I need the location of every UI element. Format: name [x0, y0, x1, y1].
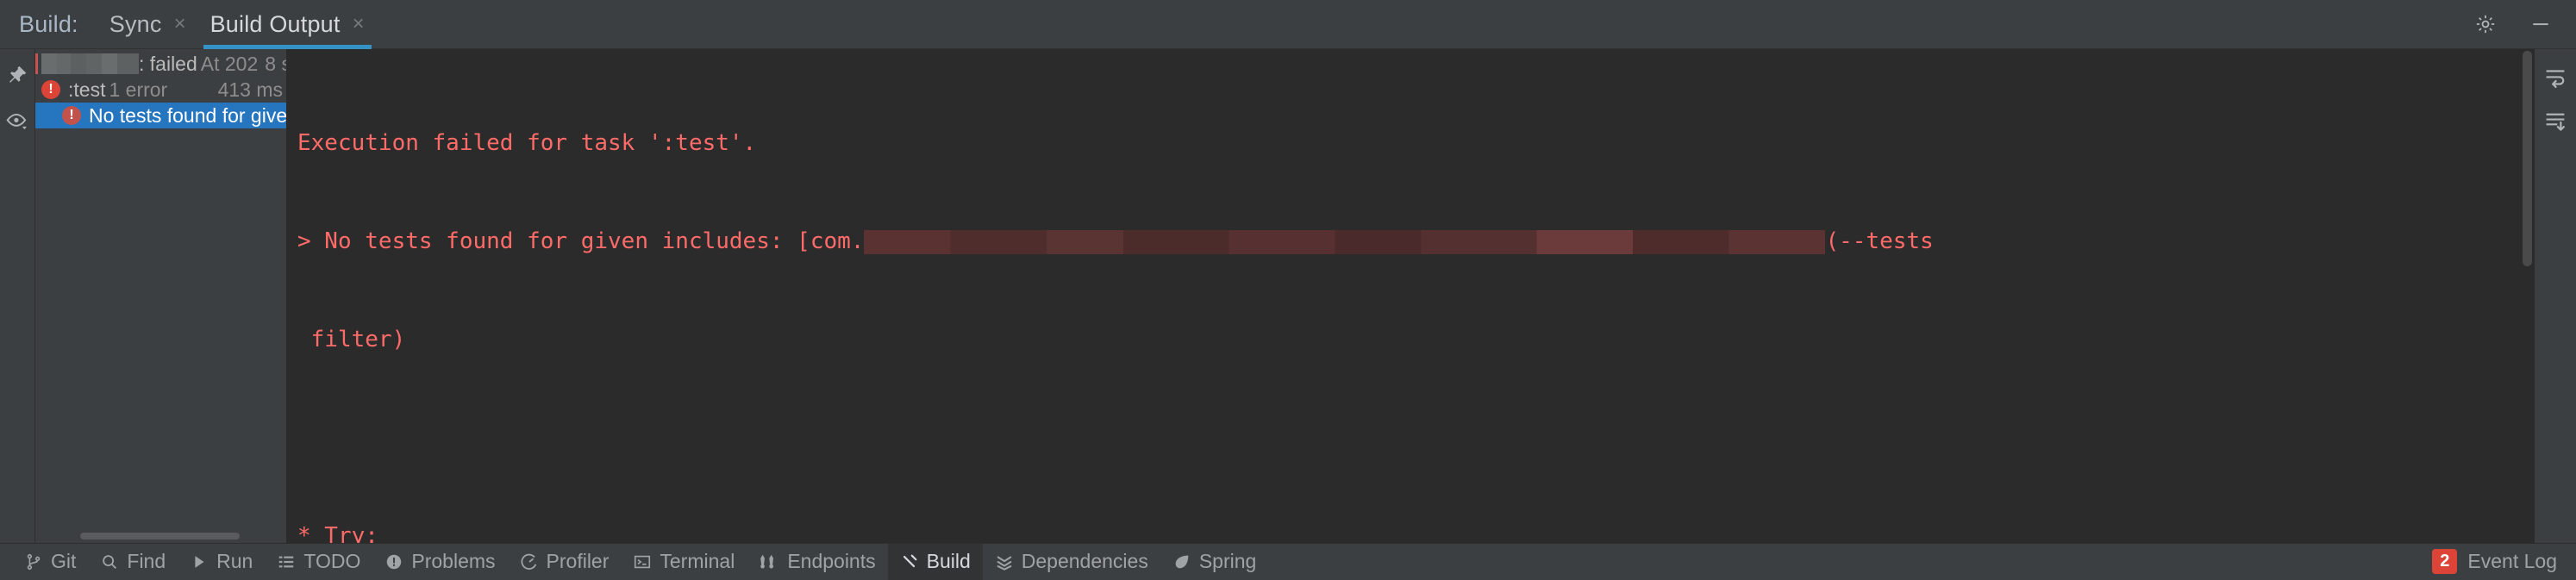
- tabbar-label: Build:: [19, 10, 78, 37]
- build-tree-panel: : failed At 202 8 sec, 655 ms ! :test 1 …: [35, 49, 287, 543]
- status-item-label: Dependencies: [1021, 550, 1148, 572]
- status-item-find[interactable]: Find: [88, 544, 178, 580]
- status-item-label: Run: [216, 550, 253, 572]
- search-icon: [103, 554, 117, 569]
- build-console-output[interactable]: Execution failed for task ':test'. > No …: [287, 49, 2520, 543]
- list-icon: [279, 556, 294, 567]
- status-item-label: Git: [51, 550, 77, 572]
- profiler-icon: [521, 553, 536, 570]
- table-row[interactable]: ! No tests found for given includes: [co…: [35, 103, 286, 128]
- status-bar: Git Find Run TODO Problems Profiler Term…: [0, 543, 2576, 580]
- status-item-dependencies[interactable]: Dependencies: [983, 544, 1160, 580]
- error-icon: !: [41, 80, 60, 99]
- console-line-1: Execution failed for task ':test'.: [297, 130, 757, 156]
- problems-icon: [387, 554, 402, 569]
- scrollbar-thumb[interactable]: [80, 533, 240, 539]
- tabbar-actions: [2473, 11, 2576, 37]
- console-line-2-prefix: > No tests found for given includes: [co…: [297, 228, 865, 254]
- dependencies-icon: [997, 555, 1012, 571]
- status-item-run[interactable]: Run: [178, 544, 265, 580]
- hammer-icon: [903, 554, 917, 567]
- status-item-label: Find: [127, 550, 166, 572]
- error-icon: !: [62, 106, 81, 125]
- status-item-label: TODO: [303, 550, 361, 572]
- tree-row-subtext: 1 error: [109, 78, 168, 101]
- build-tool-window: Build: Sync × Build Output ×: failed At…: [0, 0, 2576, 580]
- tree-row-label: No tests found for given includes: [com: [89, 103, 286, 127]
- terminal-icon: [635, 555, 651, 568]
- pin-icon[interactable]: [3, 60, 32, 90]
- build-tabbar: Build: Sync × Build Output ×: [0, 0, 2576, 49]
- right-gutter-toolbar: [2535, 49, 2576, 543]
- close-icon[interactable]: ×: [174, 14, 186, 34]
- tab-sync[interactable]: Sync ×: [97, 0, 198, 49]
- spring-leaf-icon: [1175, 555, 1189, 568]
- status-item-label: Endpoints: [787, 550, 876, 572]
- event-log-label[interactable]: Event Log: [2467, 550, 2557, 573]
- console-vertical-scrollbar[interactable]: [2520, 49, 2535, 543]
- table-row[interactable]: : failed At 202 8 sec, 655 ms: [35, 51, 286, 77]
- status-item-endpoints[interactable]: Endpoints: [747, 544, 887, 580]
- tree-row-duration: 8 sec, 655 ms: [265, 52, 286, 75]
- status-item-terminal[interactable]: Terminal: [621, 544, 747, 580]
- scrollbar-thumb[interactable]: [2523, 51, 2532, 266]
- status-bar-right: 2 Event Log: [2432, 549, 2576, 574]
- git-branch-icon: [27, 553, 41, 570]
- console-line-2: > No tests found for given includes: [co…: [297, 225, 2520, 258]
- event-log-badge: 2: [2432, 549, 2458, 574]
- tree-horizontal-scrollbar[interactable]: [35, 529, 286, 543]
- play-icon: [195, 555, 204, 568]
- status-item-spring[interactable]: Spring: [1160, 544, 1268, 580]
- status-item-profiler[interactable]: Profiler: [508, 544, 622, 580]
- build-main-area: : failed At 202 8 sec, 655 ms ! :test 1 …: [0, 49, 2576, 543]
- tree-row-label: :test: [68, 78, 106, 101]
- left-gutter-toolbar: [0, 49, 35, 543]
- status-item-todo[interactable]: TODO: [265, 544, 372, 580]
- redacted-project-name: [41, 53, 139, 74]
- status-item-problems[interactable]: Problems: [372, 544, 507, 580]
- status-item-label: Build: [926, 550, 971, 572]
- status-item-git[interactable]: Git: [12, 544, 88, 580]
- table-row[interactable]: ! :test 1 error 413 ms: [35, 77, 286, 103]
- build-console-wrapper: Execution failed for task ':test'. > No …: [287, 49, 2535, 543]
- status-item-label: Profiler: [546, 550, 610, 572]
- build-tree[interactable]: : failed At 202 8 sec, 655 ms ! :test 1 …: [35, 49, 286, 529]
- console-line-5: * Try:: [297, 523, 378, 543]
- error-marker: [35, 53, 38, 74]
- tree-row-label: : failed: [139, 52, 197, 75]
- close-icon[interactable]: ×: [353, 14, 365, 34]
- minimize-icon[interactable]: [2528, 11, 2554, 37]
- tab-sync-label: Sync: [109, 10, 162, 37]
- console-line-2-suffix: (--tests: [1825, 228, 1934, 254]
- soft-wrap-icon[interactable]: [2539, 61, 2572, 94]
- status-item-label: Spring: [1198, 550, 1257, 572]
- tree-row-subtext: At 202: [200, 52, 259, 75]
- tab-build-output-label: Build Output: [209, 10, 341, 37]
- status-item-label: Problems: [411, 550, 496, 572]
- tab-build-output[interactable]: Build Output ×: [198, 0, 377, 49]
- gear-icon[interactable]: [2473, 11, 2498, 37]
- console-line-3: filter): [297, 327, 406, 352]
- scroll-to-end-icon[interactable]: [2539, 106, 2572, 139]
- redacted-package-name: [864, 229, 1826, 254]
- eye-icon[interactable]: [3, 107, 32, 136]
- tree-row-duration: 413 ms: [217, 78, 283, 101]
- console-line-4: [297, 421, 2520, 454]
- status-item-label: Terminal: [660, 550, 735, 572]
- status-item-build[interactable]: Build: [887, 543, 983, 580]
- endpoints-icon: [760, 554, 774, 568]
